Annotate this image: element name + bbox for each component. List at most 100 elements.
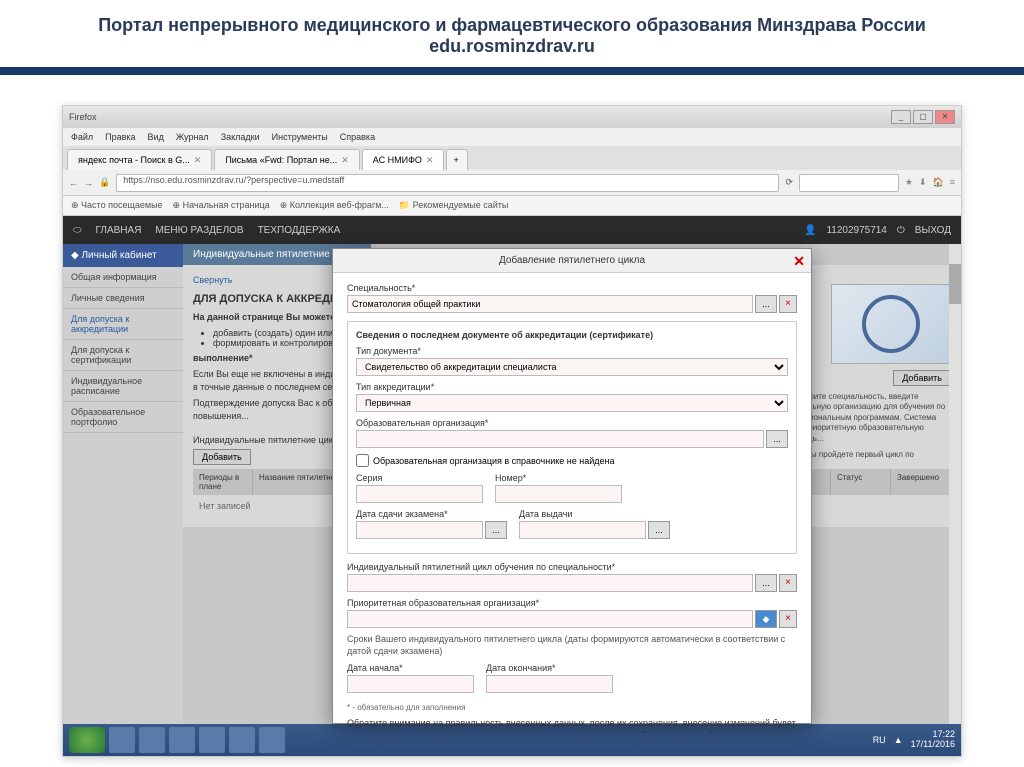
logout-icon[interactable]: ⏻ [897, 225, 905, 236]
search-input[interactable] [799, 174, 899, 192]
nav-forward-icon[interactable]: → [84, 178, 93, 188]
priority-org-label: Приоритетная образовательная организация… [347, 598, 797, 608]
lang-indicator[interactable]: RU [873, 735, 886, 745]
screenshot-frame: Firefox _ ▢ ✕ Файл Правка Вид Журнал Зак… [62, 105, 962, 757]
titlebar-text: Firefox [69, 112, 97, 122]
acctype-select[interactable]: Первичная [356, 394, 788, 412]
window-titlebar: Firefox _ ▢ ✕ [63, 106, 961, 128]
bookmark-item[interactable]: ⊕ Коллекция веб-фрагм... [280, 200, 389, 211]
menu-file[interactable]: Файл [71, 132, 93, 142]
nav-sections[interactable]: МЕНЮ РАЗДЕЛОВ [155, 225, 243, 236]
app-header: ⬭ ГЛАВНАЯ МЕНЮ РАЗДЕЛОВ ТЕХПОДДЕРЖКА 👤 1… [63, 216, 961, 244]
taskbar-icon[interactable] [229, 727, 255, 753]
end-input[interactable] [486, 675, 613, 693]
taskbar-icon[interactable] [139, 727, 165, 753]
lock-icon: 🔒 [99, 177, 110, 188]
minimize-button[interactable]: _ [891, 110, 911, 124]
close-icon[interactable]: ✕ [341, 155, 349, 166]
taskbar-icon[interactable] [199, 727, 225, 753]
examdate-label: Дата сдачи экзамена* [356, 509, 507, 519]
close-window-button[interactable]: ✕ [935, 110, 955, 124]
org-notfound-checkbox[interactable]: Образовательная организация в справочник… [356, 454, 788, 467]
lookup-button[interactable]: ... [755, 295, 777, 313]
priority-org-input[interactable] [347, 610, 753, 628]
doctype-select[interactable]: Свидетельство об аккредитации специалист… [356, 358, 788, 376]
tab-mail[interactable]: Письма «Fwd: Портал не...✕ [214, 149, 359, 170]
examdate-input[interactable] [356, 521, 483, 539]
menu-view[interactable]: Вид [148, 132, 164, 142]
sidebar-item-schedule[interactable]: Индивидуальное расписание [63, 371, 183, 402]
menu-icon[interactable]: ≡ [950, 177, 955, 188]
page-title: Портал непрерывного медицинского и фарма… [0, 0, 1024, 67]
spec-input[interactable] [347, 295, 753, 313]
sidebar-item-personal[interactable]: Личные сведения [63, 288, 183, 309]
tray-icon[interactable]: ▲ [894, 735, 903, 745]
user-id: 11202975714 [826, 225, 886, 236]
number-input[interactable] [495, 485, 622, 503]
bookmark-item[interactable]: ⊕ Начальная страница [173, 200, 270, 211]
url-input[interactable]: https://nso.edu.rosminzdrav.ru/?perspect… [116, 174, 779, 192]
menu-history[interactable]: Журнал [176, 132, 209, 142]
org-input[interactable] [356, 430, 764, 448]
org-label: Образовательная организация* [356, 418, 788, 428]
add-cycle-modal: Добавление пятилетнего цикла ✕ Специальн… [332, 248, 812, 724]
fieldset-title: Сведения о последнем документе об аккред… [356, 330, 788, 340]
new-tab-button[interactable]: + [446, 149, 468, 170]
sidebar: ◆ Личный кабинет Общая информация Личные… [63, 244, 183, 724]
maximize-button[interactable]: ▢ [913, 110, 933, 124]
start-input[interactable] [347, 675, 474, 693]
logo-icon: ⬭ [73, 225, 82, 236]
menu-edit[interactable]: Правка [105, 132, 135, 142]
clear-button[interactable]: × [779, 574, 797, 592]
star-icon[interactable]: ★ [905, 177, 913, 188]
address-bar: ← → 🔒 https://nso.edu.rosminzdrav.ru/?pe… [63, 170, 961, 196]
close-icon[interactable]: ✕ [426, 155, 434, 166]
checkbox[interactable] [356, 454, 369, 467]
lookup-button[interactable]: ... [766, 430, 788, 448]
download-icon[interactable]: ⬇ [919, 177, 927, 188]
th-status: Статус [831, 469, 891, 495]
divider [0, 67, 1024, 75]
number-label: Номер* [495, 473, 622, 483]
tab-nmifo[interactable]: АС НМИФО✕ [362, 149, 445, 170]
sidebar-item-accreditation[interactable]: Для допуска к аккредитации [63, 309, 183, 340]
cycle-spec-input[interactable] [347, 574, 753, 592]
content-area: Индивидуальные пятилетние циклы Свернуть… [183, 244, 961, 724]
menu-help[interactable]: Справка [340, 132, 375, 142]
period-note: Сроки Вашего индивидуального пятилетнего… [347, 634, 797, 657]
bookmark-item[interactable]: 📁 Рекомендуемые сайты [399, 200, 508, 211]
lookup-button[interactable]: ◆ [755, 610, 777, 628]
sidebar-item-general[interactable]: Общая информация [63, 267, 183, 288]
taskbar-icon[interactable] [169, 727, 195, 753]
reload-icon[interactable]: ⟳ [785, 177, 793, 188]
logout-link[interactable]: ВЫХОД [915, 225, 951, 236]
start-button[interactable] [69, 727, 105, 753]
taskbar-icon[interactable] [109, 727, 135, 753]
series-input[interactable] [356, 485, 483, 503]
bookmark-item[interactable]: ⊕ Часто посещаемые [71, 200, 163, 211]
sidebar-item-portfolio[interactable]: Образовательное портфолио [63, 402, 183, 433]
nav-support[interactable]: ТЕХПОДДЕРЖКА [258, 225, 341, 236]
nav-back-icon[interactable]: ← [69, 178, 78, 188]
nav-main[interactable]: ГЛАВНАЯ [96, 225, 142, 236]
add-cycle-button[interactable]: Добавить [193, 449, 251, 465]
datepicker-button[interactable]: ... [648, 521, 670, 539]
issuedate-input[interactable] [519, 521, 646, 539]
close-icon[interactable]: ✕ [194, 155, 202, 166]
lookup-button[interactable]: ... [755, 574, 777, 592]
issuedate-label: Дата выдачи [519, 509, 670, 519]
menu-tools[interactable]: Инструменты [272, 132, 328, 142]
taskbar-icon[interactable] [259, 727, 285, 753]
clock[interactable]: 17:22 17/11/2016 [911, 730, 955, 750]
menu-bookmarks[interactable]: Закладки [221, 132, 260, 142]
home-icon[interactable]: 🏠 [933, 177, 944, 188]
datepicker-button[interactable]: ... [485, 521, 507, 539]
cycle-spec-label: Индивидуальный пятилетний цикл обучения … [347, 562, 797, 572]
tab-yandex[interactable]: яндекс почта - Поиск в G...✕ [67, 149, 212, 170]
clear-button[interactable]: × [779, 295, 797, 313]
add-button[interactable]: Добавить [893, 370, 951, 386]
sidebar-item-certification[interactable]: Для допуска к сертификации [63, 340, 183, 371]
clear-button[interactable]: × [779, 610, 797, 628]
th-done: Завершено [891, 469, 951, 495]
modal-close-button[interactable]: ✕ [793, 253, 805, 270]
